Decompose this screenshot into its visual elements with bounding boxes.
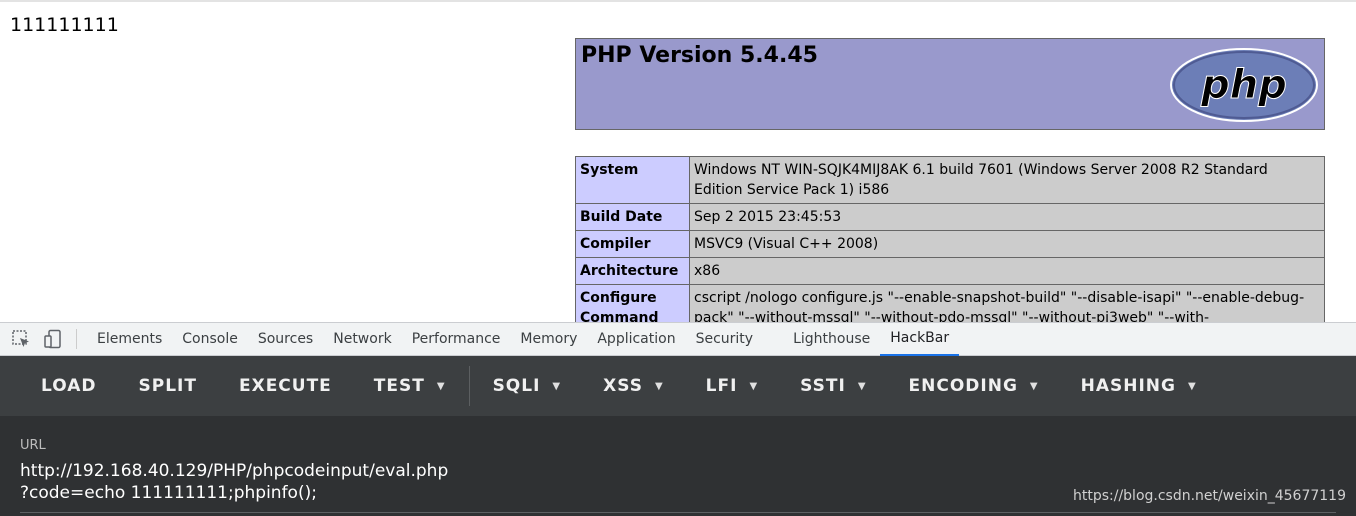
hackbar-button-label: LFI xyxy=(705,376,738,396)
php-logo-text: php xyxy=(1200,62,1287,108)
echo-output-text: 111111111 xyxy=(10,14,119,36)
hackbar-split-button[interactable]: SPLIT xyxy=(118,356,218,416)
hackbar-test-button[interactable]: TEST ▼ xyxy=(353,356,467,416)
caret-down-icon: ▼ xyxy=(552,380,562,392)
caret-down-icon: ▼ xyxy=(1029,380,1039,392)
info-table-row: System Windows NT WIN-SQJK4MIJ8AK 6.1 bui… xyxy=(575,156,1325,204)
tab-sources[interactable]: Sources xyxy=(248,322,323,356)
watermark-text: https://blog.csdn.net/weixin_45677119 xyxy=(1072,488,1346,504)
inspect-element-icon[interactable] xyxy=(10,328,32,350)
info-table-row: Build Date Sep 2 2015 23:45:53 xyxy=(575,203,1325,231)
info-value-cell: cscript /nologo configure.js "--enable-s… xyxy=(689,284,1325,322)
page-viewport: 111111111 PHP Version 5.4.45 php System W… xyxy=(0,0,1356,322)
hackbar-button-label: SQLI xyxy=(492,376,541,396)
caret-down-icon: ▼ xyxy=(749,380,759,392)
info-key-cell: Build Date xyxy=(575,203,690,231)
hackbar-hashing-button[interactable]: HASHING ▼ xyxy=(1060,356,1218,416)
info-table-row: Configure Command cscript /nologo configu… xyxy=(575,284,1325,322)
hackbar-separator xyxy=(468,366,470,406)
info-value-cell: x86 xyxy=(689,257,1325,285)
caret-down-icon: ▼ xyxy=(654,380,664,392)
url-input[interactable]: http://192.168.40.129/PHP/phpcodeinput/e… xyxy=(20,460,1020,504)
hackbar-toolbar: LOAD SPLIT EXECUTE TEST ▼ SQLI ▼ XSS ▼ LFI ▼ SSTI ▼ E… xyxy=(0,356,1356,416)
caret-down-icon: ▼ xyxy=(436,380,446,392)
hackbar-button-label: SPLIT xyxy=(138,376,197,396)
info-table-row: Compiler MSVC9 (Visual C++ 2008) xyxy=(575,230,1325,258)
hackbar-button-label: HASHING xyxy=(1080,376,1176,396)
url-input-underline xyxy=(20,512,1336,513)
hackbar-execute-button[interactable]: EXECUTE xyxy=(218,356,353,416)
toolbar-separator xyxy=(76,329,77,349)
php-info-header: PHP Version 5.4.45 php xyxy=(575,38,1325,130)
info-key-cell: Compiler xyxy=(575,230,690,258)
info-value-cell: MSVC9 (Visual C++ 2008) xyxy=(689,230,1325,258)
tab-lighthouse[interactable]: Lighthouse xyxy=(783,322,880,356)
php-logo-icon: php xyxy=(1170,48,1318,122)
url-label: URL xyxy=(20,438,46,453)
hackbar-encoding-button[interactable]: ENCODING ▼ xyxy=(888,356,1060,416)
tab-elements[interactable]: Elements xyxy=(87,322,172,356)
info-value-cell: Sep 2 2015 23:45:53 xyxy=(689,203,1325,231)
device-toolbar-icon[interactable] xyxy=(42,328,64,350)
tab-console[interactable]: Console xyxy=(172,322,248,356)
php-info-table: System Windows NT WIN-SQJK4MIJ8AK 6.1 bui… xyxy=(575,156,1325,322)
info-table-row: Architecture x86 xyxy=(575,257,1325,285)
tab-memory[interactable]: Memory xyxy=(510,322,587,356)
caret-down-icon: ▼ xyxy=(1187,380,1197,392)
devtools-tab-list: Elements Console Sources Network Performance… xyxy=(87,322,960,356)
tab-security[interactable]: Security xyxy=(686,322,764,356)
tab-application[interactable]: Application xyxy=(587,322,685,356)
info-key-cell: System xyxy=(575,156,690,204)
hackbar-button-label: EXECUTE xyxy=(238,376,332,396)
info-key-cell: Configure Command xyxy=(575,284,690,322)
devtools-tab-bar: Elements Console Sources Network Performance… xyxy=(0,322,1356,356)
hackbar-lfi-button[interactable]: LFI ▼ xyxy=(685,356,779,416)
hackbar-button-label: XSS xyxy=(603,376,643,396)
info-key-cell: Architecture xyxy=(575,257,690,285)
tab-performance[interactable]: Performance xyxy=(402,322,511,356)
hackbar-button-label: TEST xyxy=(373,376,425,396)
info-value-cell: Windows NT WIN-SQJK4MIJ8AK 6.1 build 760… xyxy=(689,156,1325,204)
hackbar-button-label: SSTI xyxy=(800,376,846,396)
hackbar-url-panel: URL http://192.168.40.129/PHP/phpcodeinp… xyxy=(0,416,1356,516)
caret-down-icon: ▼ xyxy=(857,380,867,392)
tab-hackbar[interactable]: HackBar xyxy=(880,322,960,356)
php-version-title: PHP Version 5.4.45 xyxy=(581,43,818,68)
hackbar-xss-button[interactable]: XSS ▼ xyxy=(582,356,685,416)
hackbar-load-button[interactable]: LOAD xyxy=(20,356,118,416)
hackbar-button-label: LOAD xyxy=(41,376,97,396)
hackbar-ssti-button[interactable]: SSTI ▼ xyxy=(779,356,887,416)
tab-network[interactable]: Network xyxy=(323,322,401,356)
hackbar-button-label: ENCODING xyxy=(908,376,1018,396)
hackbar-sqli-button[interactable]: SQLI ▼ xyxy=(472,356,583,416)
